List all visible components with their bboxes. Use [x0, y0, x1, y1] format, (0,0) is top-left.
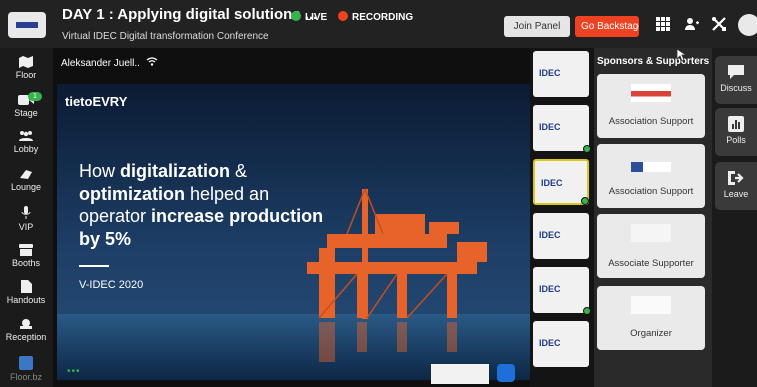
recording-dot-icon	[338, 11, 348, 21]
sponsor-card[interactable]: Association Support	[597, 74, 705, 138]
join-panel-button[interactable]: Join Panel	[504, 16, 570, 37]
conference-subtitle: Virtual IDEC Digital transformation Conf…	[62, 31, 269, 42]
nav-item-stage[interactable]: 1 Stage	[0, 92, 52, 118]
wifi-icon	[146, 57, 158, 66]
online-dot-icon	[583, 145, 591, 153]
mouse-cursor-icon	[676, 48, 688, 62]
right-nav: Discuss Polls Leave	[712, 48, 757, 387]
polls-button[interactable]: Polls	[715, 108, 757, 156]
document-icon	[20, 280, 32, 293]
avatar[interactable]	[738, 14, 757, 36]
nav-item-reception[interactable]: Reception	[0, 318, 52, 342]
speaker-label: Aleksander Juell..	[61, 57, 158, 69]
nav-item-lobby[interactable]: Lobby	[0, 130, 52, 154]
leave-icon	[728, 171, 744, 185]
participant-thumbnail[interactable]: IDEC	[533, 105, 591, 153]
go-backstage-button[interactable]: Go Backstage	[575, 16, 639, 37]
nav-item-lounge[interactable]: Lounge	[0, 168, 52, 192]
presentation-slide: tietoEVRY How digitalization & optimizat…	[57, 84, 530, 380]
people-icon	[19, 131, 33, 141]
nav-item-vip[interactable]: VIP	[0, 206, 52, 232]
slide-divider	[79, 265, 109, 267]
scottish-logo	[631, 162, 671, 172]
nav-item-booths[interactable]: Booths	[0, 244, 52, 268]
recording-badge: RECORDING	[338, 11, 413, 23]
sponsors-title: Sponsors & Supporters	[597, 56, 710, 67]
sodexo-logo	[631, 224, 671, 242]
add-user-icon[interactable]	[684, 16, 700, 32]
camera-icon[interactable]	[497, 364, 515, 382]
left-nav: Floor 1 Stage Lobby Lounge VIP Booths Ha…	[0, 48, 52, 387]
floorbz-logo-icon	[19, 356, 33, 370]
slide-event-label: V-IDEC 2020	[79, 279, 144, 291]
event-logo	[8, 12, 46, 38]
sponsors-panel: Sponsors & Supporters Association Suppor…	[594, 48, 712, 387]
booth-icon	[19, 244, 33, 256]
tools-icon[interactable]	[711, 16, 727, 32]
polls-icon	[728, 116, 744, 132]
sponsor-card[interactable]: Organizer	[597, 286, 705, 350]
more-options-icon[interactable]: •••	[67, 366, 81, 377]
nav-item-handouts[interactable]: Handouts	[0, 280, 52, 305]
stage-count-badge: 1	[28, 92, 42, 101]
tietoevry-logo: tietoEVRY	[65, 94, 128, 109]
online-dot-icon	[581, 197, 589, 205]
reception-icon	[20, 319, 32, 329]
discuss-button[interactable]: Discuss	[715, 56, 757, 104]
participant-thumbnail[interactable]: IDEC	[533, 321, 589, 367]
chat-icon	[728, 65, 744, 79]
participant-thumbnails: IDEC IDEC IDEC IDEC IDEC IDEC	[530, 48, 594, 387]
organizer-logo	[631, 296, 671, 314]
top-bar: DAY 1 : Applying digital solutions ... V…	[0, 0, 757, 48]
participant-thumbnail[interactable]: IDEC	[533, 51, 589, 97]
innovation-logo	[631, 84, 671, 102]
session-title: DAY 1 : Applying digital solutions ...	[62, 6, 318, 23]
video-stage: Aleksander Juell.. tietoEVRY How digital…	[53, 48, 530, 387]
live-badge: LIVE	[291, 11, 327, 23]
grid-icon[interactable]	[655, 16, 671, 32]
sponsor-card[interactable]: Associate Supporter	[597, 214, 705, 278]
online-dot-icon	[583, 307, 591, 315]
lounge-icon	[20, 170, 32, 179]
nav-item-floorbz[interactable]: Floor.bz	[0, 356, 52, 382]
innovative-logo	[431, 364, 489, 384]
sponsor-card[interactable]: Association Support	[597, 144, 705, 208]
mic-icon	[21, 206, 31, 219]
leave-button[interactable]: Leave	[715, 162, 757, 210]
slide-headline: How digitalization & optimization helped…	[79, 161, 324, 249]
map-icon	[19, 56, 33, 68]
participant-thumbnail[interactable]: IDEC	[533, 267, 591, 315]
nav-item-floor[interactable]: Floor	[0, 56, 52, 80]
live-dot-icon	[291, 11, 301, 21]
participant-thumbnail[interactable]: IDEC	[533, 213, 589, 259]
participant-thumbnail-selected[interactable]: IDEC	[533, 159, 589, 205]
